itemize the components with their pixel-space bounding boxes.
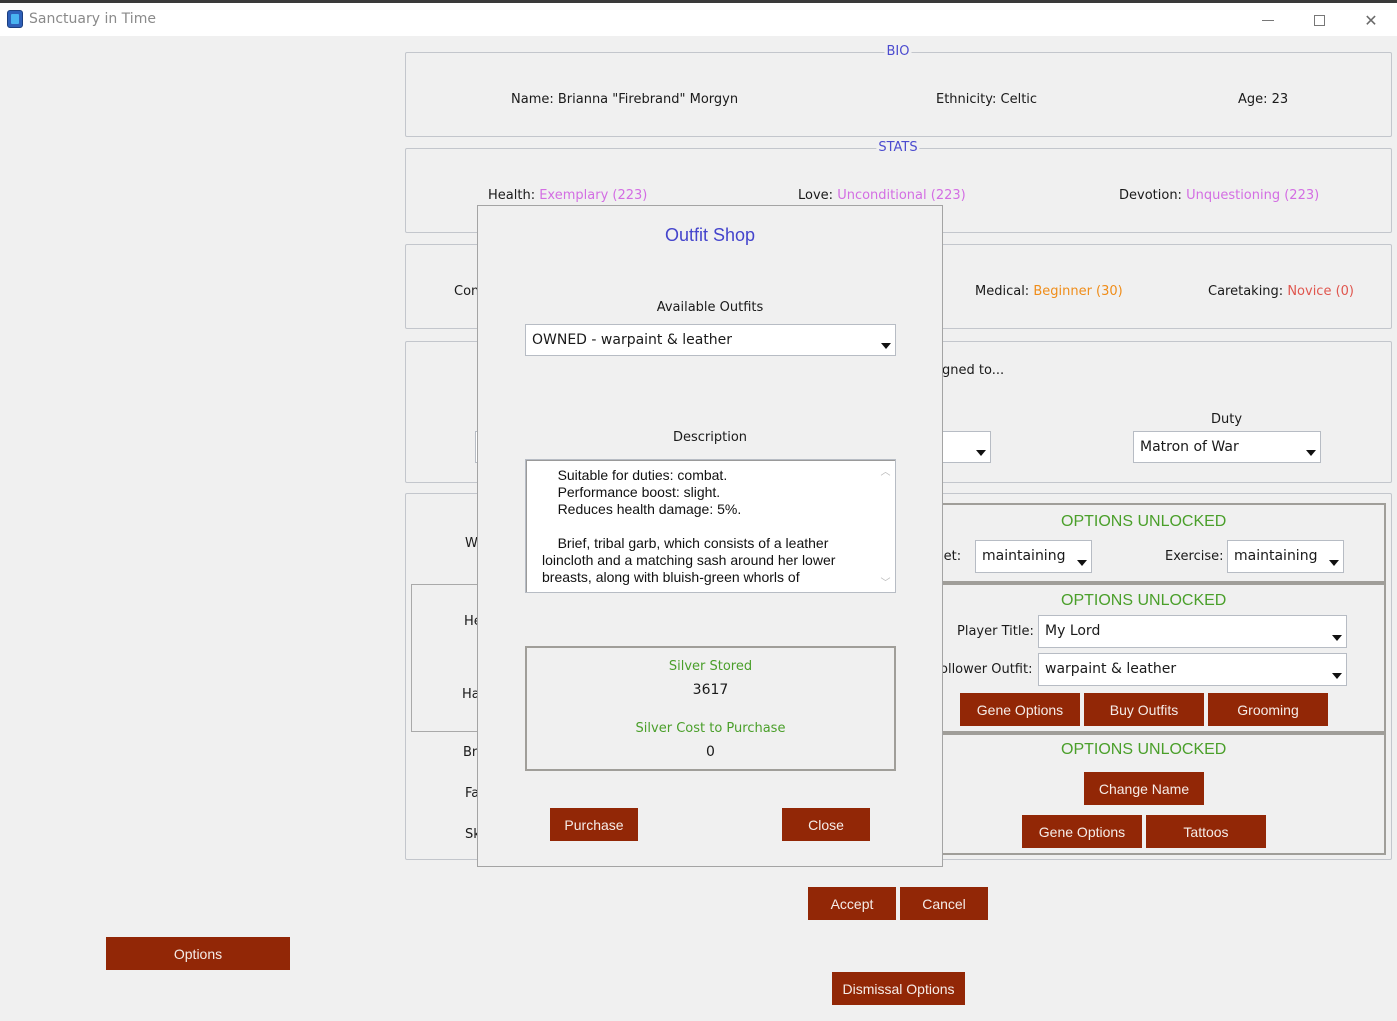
options-unlocked-title-3: OPTIONS UNLOCKED <box>1061 741 1227 758</box>
minimize-icon <box>1262 19 1274 21</box>
outfit-shop-dialog: Outfit Shop Available Outfits OWNED - wa… <box>477 205 943 867</box>
appearance-label-1: W <box>465 536 478 551</box>
player-title-select[interactable]: My Lord <box>1038 615 1347 648</box>
chevron-down-icon <box>1332 635 1342 641</box>
maximize-icon <box>1313 14 1325 26</box>
skill-medical: Medical: Beginner (30) <box>975 284 1123 299</box>
chevron-down-icon <box>976 450 986 456</box>
stat-love: Love: Unconditional (223) <box>798 188 966 203</box>
available-outfits-label: Available Outfits <box>656 300 764 315</box>
tattoos-button[interactable]: Tattoos <box>1146 815 1266 848</box>
stat-health-label: Health: <box>488 188 536 203</box>
silver-stored-label: Silver Stored <box>668 659 753 674</box>
skill-medical-label: Medical: <box>975 284 1030 299</box>
skill-caretaking: Caretaking: Novice (0) <box>1208 284 1354 299</box>
title-bar <box>0 3 1397 36</box>
close-icon: ✕ <box>1364 10 1378 30</box>
available-outfits-select[interactable]: OWNED - warpaint & leather <box>525 324 896 356</box>
skill-medical-value: Beginner (30) <box>1033 284 1123 299</box>
skill-caretaking-label: Caretaking: <box>1208 284 1284 299</box>
duty-label: Duty <box>1211 412 1243 427</box>
chevron-down-icon <box>881 343 891 349</box>
stat-devotion-label: Devotion: <box>1119 188 1182 203</box>
duty-select-value: Matron of War <box>1140 439 1239 455</box>
maximize-button[interactable] <box>1296 6 1342 34</box>
description-scrollbar[interactable]: ︿ ﹀ <box>877 461 894 591</box>
exercise-label: Exercise: <box>1165 549 1224 564</box>
buy-outfits-button[interactable]: Buy Outfits <box>1084 693 1204 726</box>
bio-legend: BIO <box>884 44 912 59</box>
minimize-button[interactable] <box>1245 6 1291 34</box>
dismissal-options-button[interactable]: Dismissal Options <box>832 972 965 1005</box>
accept-button[interactable]: Accept <box>808 887 896 920</box>
chevron-down-icon <box>1077 560 1087 566</box>
follower-outfit-label: ollower Outfit: <box>940 662 1033 677</box>
chevron-down-icon <box>1332 673 1342 679</box>
bio-name: Name: Brianna "Firebrand" Morgyn <box>511 92 739 107</box>
stat-devotion-value: Unquestioning (223) <box>1186 188 1320 203</box>
bio-ethnicity: Ethnicity: Celtic <box>936 92 1038 107</box>
follower-outfit-select[interactable]: warpaint & leather <box>1038 653 1347 686</box>
gene-options-button[interactable]: Gene Options <box>960 693 1080 726</box>
grooming-button[interactable]: Grooming <box>1208 693 1328 726</box>
options-unlocked-title-2: OPTIONS UNLOCKED <box>1061 592 1227 609</box>
chevron-down-icon <box>1306 450 1316 456</box>
cancel-button[interactable]: Cancel <box>900 887 988 920</box>
diet-select-value: maintaining <box>982 548 1066 564</box>
chevron-down-icon <box>1329 560 1339 566</box>
bio-age: Age: 23 <box>1238 92 1289 107</box>
close-window-button[interactable]: ✕ <box>1348 6 1394 34</box>
change-name-button[interactable]: Change Name <box>1084 772 1204 805</box>
silver-stored-value: 3617 <box>692 682 729 698</box>
app-icon <box>7 10 23 28</box>
close-button[interactable]: Close <box>782 808 870 841</box>
skill-caretaking-value: Novice (0) <box>1287 284 1355 299</box>
purchase-button[interactable]: Purchase <box>550 808 638 841</box>
silver-cost-value: 0 <box>706 744 715 760</box>
available-outfits-value: OWNED - warpaint & leather <box>532 332 733 348</box>
description-text: Suitable for duties: combat. Performance… <box>542 467 836 585</box>
outfit-shop-title: Outfit Shop <box>664 225 756 245</box>
scroll-down-icon[interactable]: ﹀ <box>877 574 894 589</box>
assigned-to-label: gned to... <box>942 363 1005 378</box>
duty-select[interactable]: Matron of War <box>1133 431 1321 463</box>
stat-love-label: Love: <box>798 188 834 203</box>
follower-outfit-select-value: warpaint & leather <box>1045 661 1177 677</box>
stat-love-value: Unconditional (223) <box>837 188 966 203</box>
description-textarea[interactable]: Suitable for duties: combat. Performance… <box>525 459 896 593</box>
options-unlocked-title-1: OPTIONS UNLOCKED <box>1061 513 1227 530</box>
window-title: Sanctuary in Time <box>29 11 156 27</box>
silver-cost-label: Silver Cost to Purchase <box>635 721 786 736</box>
diet-label: iet: <box>940 549 962 564</box>
player-title-select-value: My Lord <box>1045 623 1101 639</box>
diet-select[interactable]: maintaining <box>975 540 1092 573</box>
stat-devotion: Devotion: Unquestioning (223) <box>1119 188 1319 203</box>
description-label: Description <box>672 430 748 445</box>
stats-legend: STATS <box>876 140 920 155</box>
scroll-up-icon[interactable]: ︿ <box>877 463 894 478</box>
stat-health-value: Exemplary (223) <box>539 188 648 203</box>
exercise-select[interactable]: maintaining <box>1227 540 1344 573</box>
stat-health: Health: Exemplary (223) <box>488 188 647 203</box>
gene-options-button-2[interactable]: Gene Options <box>1022 815 1142 848</box>
player-title-label: Player Title: <box>957 624 1034 639</box>
exercise-select-value: maintaining <box>1234 548 1318 564</box>
silver-panel: Silver Stored 3617 Silver Cost to Purcha… <box>525 646 896 771</box>
skill-partial-label: Con <box>454 284 480 299</box>
options-button[interactable]: Options <box>106 937 290 970</box>
appearance-label-4: Br <box>463 745 478 760</box>
